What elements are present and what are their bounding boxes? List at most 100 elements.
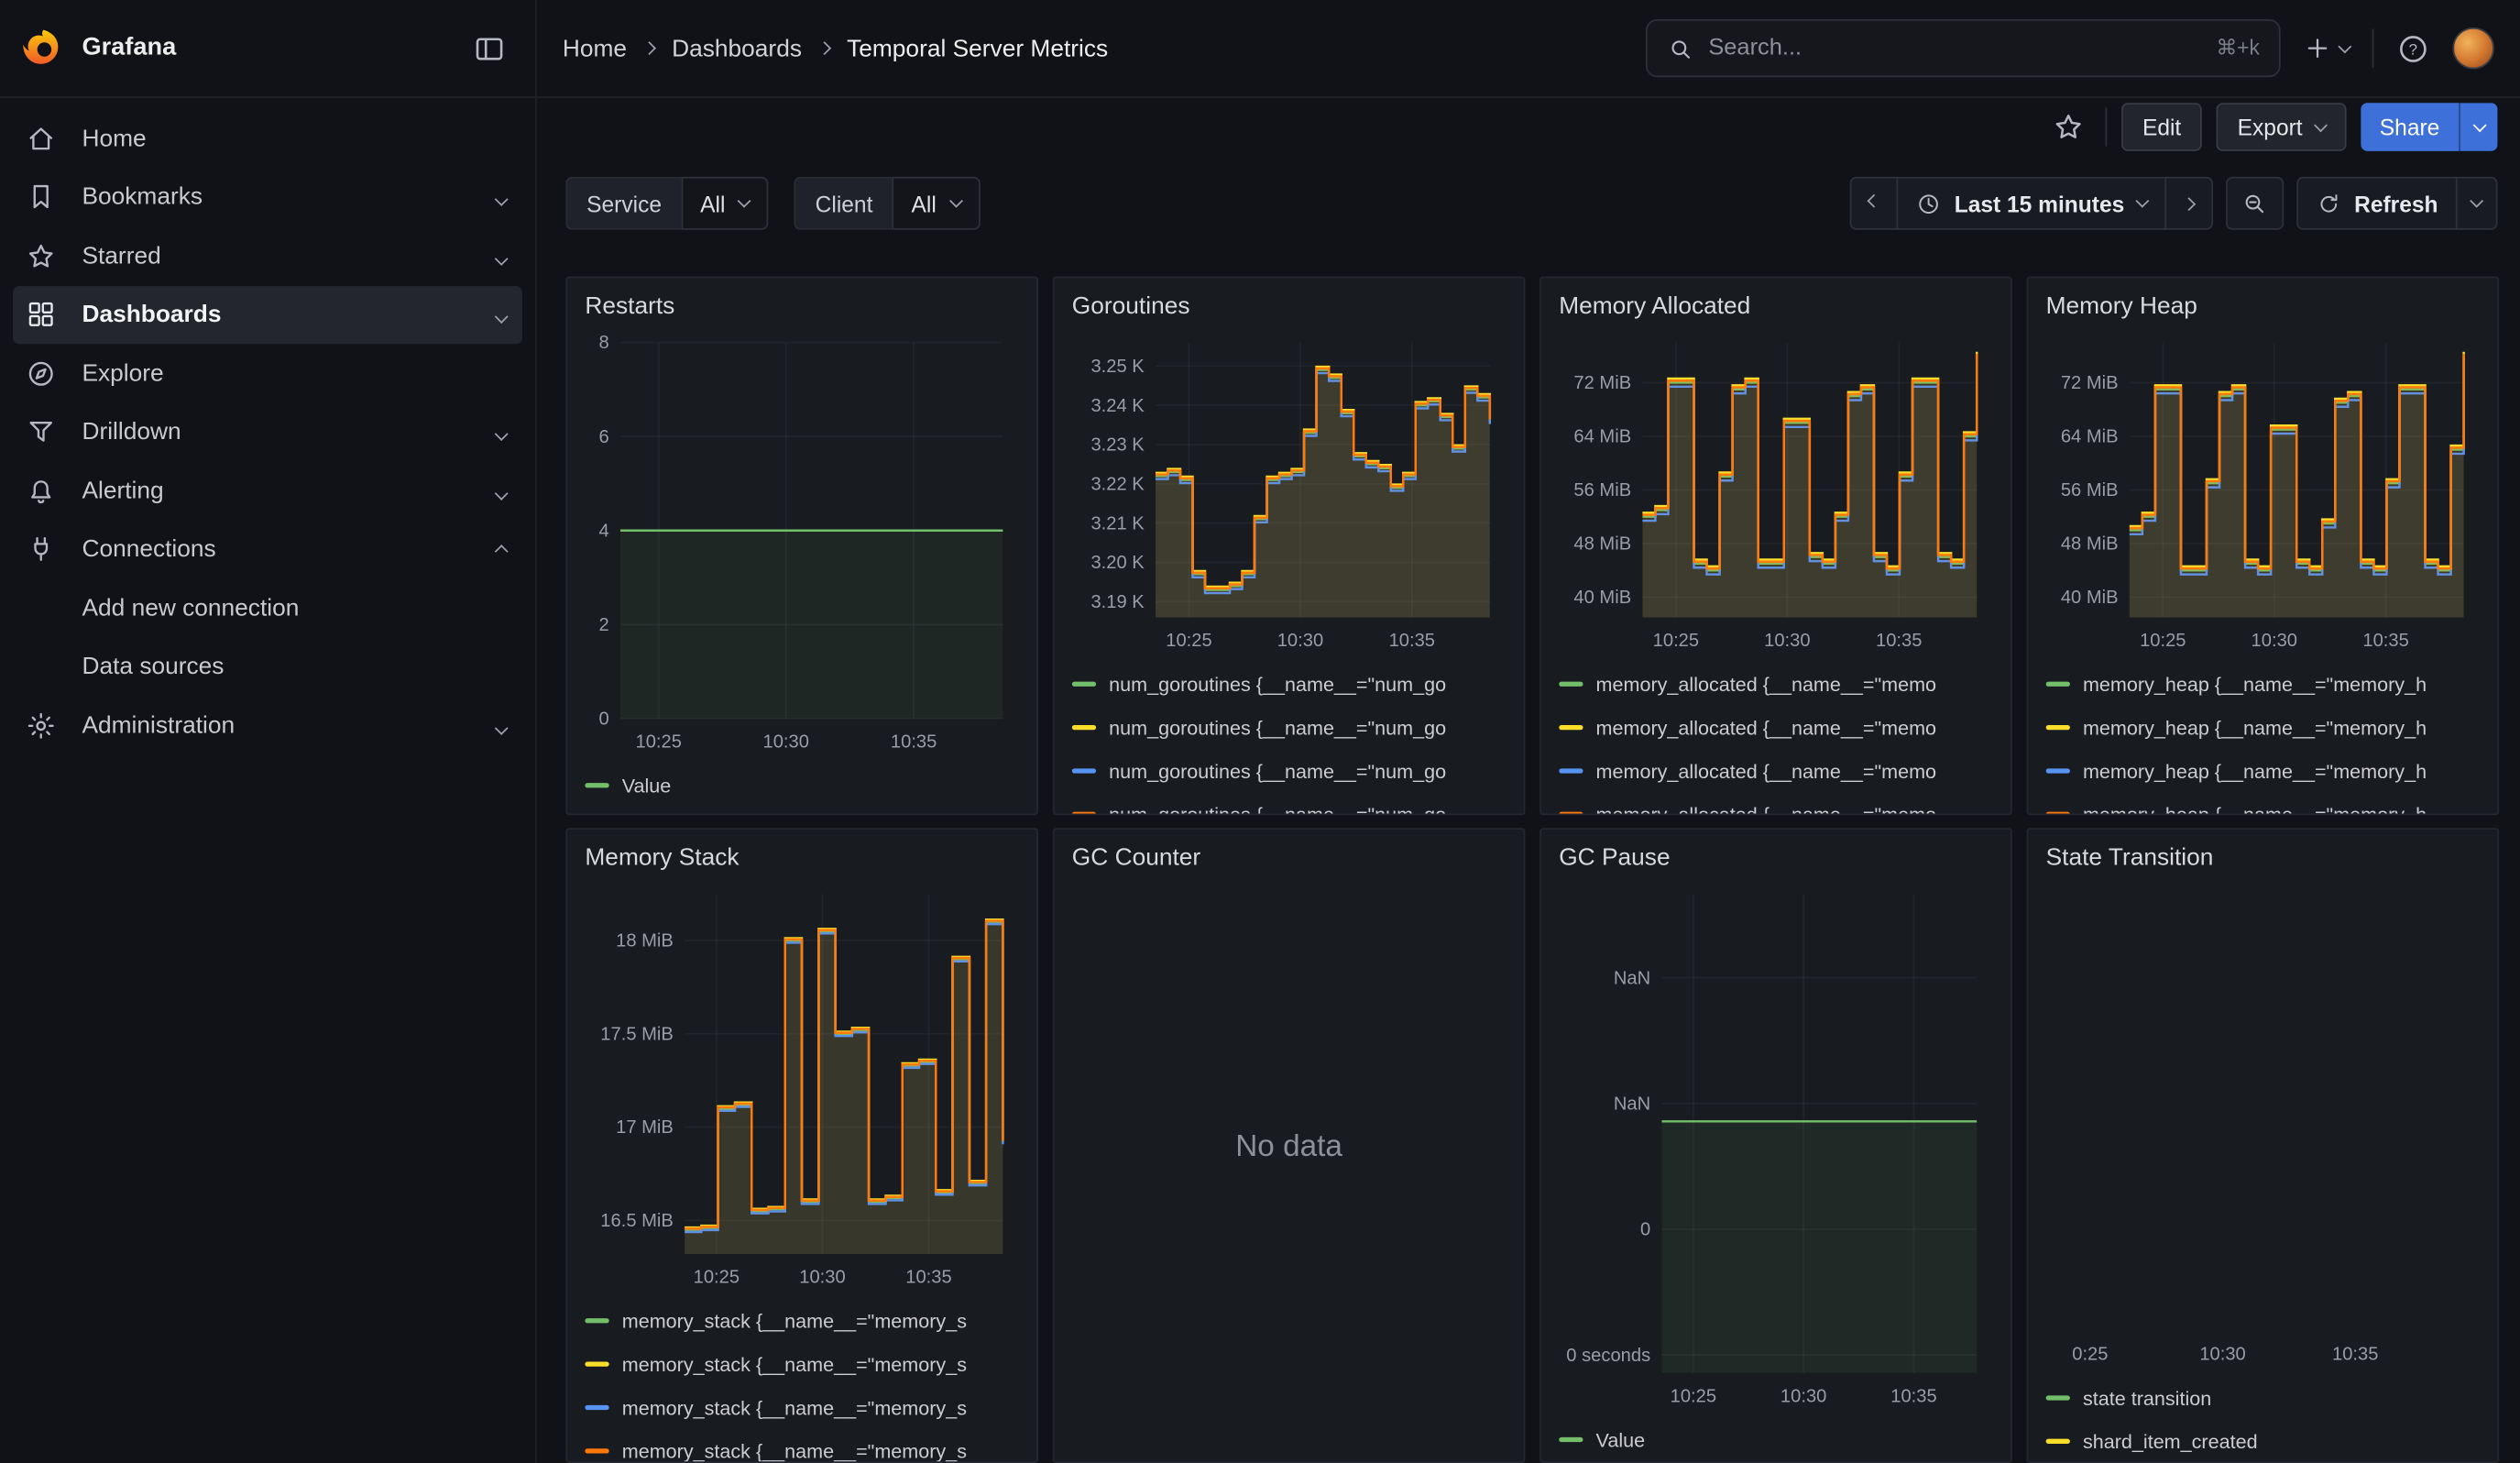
client-filter: Client All	[794, 177, 980, 230]
edit-button[interactable]: Edit	[2121, 103, 2202, 151]
memory-allocated-chart[interactable]: 72 MiB64 MiB56 MiB48 MiB40 MiB10:2510:30…	[1559, 330, 1993, 660]
legend-item[interactable]: memory_allocated {__name__="memo	[1559, 663, 1993, 706]
series-swatch	[1559, 768, 1583, 774]
sidebar-toggle-icon[interactable]	[466, 25, 513, 72]
svg-text:10:35: 10:35	[2362, 631, 2408, 651]
gc-pause-chart[interactable]: NaNNaN00 seconds10:2510:3010:35	[1559, 881, 1993, 1414]
gc-counter-chart[interactable]: No data	[1072, 881, 1507, 1412]
svg-text:40 MiB: 40 MiB	[2061, 588, 2119, 608]
legend-label: memory_heap {__name__="memory_h	[2083, 716, 2427, 739]
grafana-logo-icon[interactable]	[23, 28, 65, 70]
panel-title[interactable]: State Transition	[2046, 841, 2481, 876]
sidebar-item-data-sources[interactable]: Data sources	[13, 637, 522, 696]
chevron-down-icon	[495, 192, 509, 206]
refresh-interval-button[interactable]	[2456, 177, 2498, 230]
legend-item[interactable]: memory_heap {__name__="memory_h	[2046, 663, 2481, 706]
legend-label: memory_allocated {__name__="memo	[1596, 673, 1937, 696]
legend-item[interactable]: memory_stack {__name__="memory_s	[585, 1299, 1019, 1342]
time-forward-button[interactable]	[2164, 177, 2213, 230]
time-range-picker[interactable]: Last 15 minutes	[1897, 177, 2166, 230]
time-back-button[interactable]	[1850, 177, 1899, 230]
legend-label: Value	[622, 774, 672, 797]
sidebar-item-administration[interactable]: Administration	[13, 696, 522, 754]
service-filter-value[interactable]: All	[681, 177, 769, 230]
sidebar-item-label: Connections	[82, 535, 215, 563]
brand-title: Grafana	[82, 34, 176, 63]
panel-state-transition: State Transition 0:2510:3010:35 state tr…	[2027, 828, 2500, 1463]
restarts-chart[interactable]: 8642010:2510:3010:35	[585, 330, 1019, 761]
user-avatar[interactable]	[2452, 28, 2494, 70]
breadcrumb-separator-icon	[817, 41, 831, 55]
legend-item[interactable]: num_goroutines {__name__="num_go	[1072, 663, 1507, 706]
svg-text:?: ?	[2409, 40, 2417, 58]
sidebar-item-explore[interactable]: Explore	[13, 344, 522, 402]
refresh-button[interactable]: Refresh	[2296, 177, 2458, 230]
search-placeholder: Search...	[1708, 36, 1802, 61]
zoom-out-button[interactable]	[2226, 177, 2284, 230]
sidebar-item-add-new-connection[interactable]: Add new connection	[13, 578, 522, 637]
series-swatch	[1559, 1436, 1583, 1442]
sidebar-item-connections[interactable]: Connections	[13, 520, 522, 578]
bookmark-icon	[26, 182, 56, 213]
series-swatch	[1072, 681, 1096, 687]
legend-item[interactable]: state transition	[2046, 1376, 2481, 1419]
svg-text:64 MiB: 64 MiB	[2061, 427, 2119, 447]
gear-icon	[26, 710, 56, 741]
legend-item[interactable]: memory_heap {__name__="memory_h	[2046, 749, 2481, 792]
memory-heap-chart[interactable]: 72 MiB64 MiB56 MiB48 MiB40 MiB10:2510:30…	[2046, 330, 2481, 660]
memory-stack-chart[interactable]: 18 MiB17.5 MiB17 MiB16.5 MiB10:2510:3010…	[585, 881, 1019, 1295]
panel-title[interactable]: Memory Allocated	[1559, 290, 1993, 325]
share-options-button[interactable]	[2459, 103, 2497, 151]
legend-item[interactable]: memory_stack {__name__="memory_s	[585, 1429, 1019, 1463]
svg-text:40 MiB: 40 MiB	[1573, 588, 1631, 608]
legend-item[interactable]: Value	[1559, 1418, 1993, 1461]
legend-item[interactable]: num_goroutines {__name__="num_go	[1072, 793, 1507, 816]
legend-item[interactable]: memory_stack {__name__="memory_s	[585, 1386, 1019, 1429]
panel-title[interactable]: GC Pause	[1559, 841, 1993, 876]
panel-title[interactable]: Goroutines	[1072, 290, 1507, 325]
legend-item[interactable]: Value	[585, 764, 1019, 807]
sidebar-item-drilldown[interactable]: Drilldown	[13, 402, 522, 461]
series-swatch	[1072, 725, 1096, 731]
sidebar-item-alerting[interactable]: Alerting	[13, 461, 522, 520]
legend-item[interactable]: num_goroutines {__name__="num_go	[1072, 706, 1507, 749]
legend: Value	[585, 764, 1019, 807]
sidebar-item-starred[interactable]: Starred	[13, 226, 522, 285]
sidebar-item-home[interactable]: Home	[13, 109, 522, 168]
breadcrumb-home[interactable]: Home	[563, 35, 627, 62]
state-transition-chart[interactable]: 0:2510:3010:35	[2046, 881, 2481, 1373]
share-button[interactable]: Share	[2361, 103, 2460, 151]
legend-item[interactable]: memory_stack {__name__="memory_s	[585, 1342, 1019, 1385]
legend-item[interactable]: memory_heap {__name__="memory_h	[2046, 706, 2481, 749]
breadcrumb-dashboards[interactable]: Dashboards	[672, 35, 802, 62]
search-input[interactable]: Search... ⌘+k	[1646, 19, 2281, 77]
legend-label: memory_heap {__name__="memory_h	[2083, 673, 2427, 696]
bell-icon	[26, 476, 56, 506]
favorite-star-button[interactable]	[2046, 104, 2091, 149]
panel-title[interactable]: Memory Heap	[2046, 290, 2481, 325]
legend-item[interactable]: memory_allocated {__name__="memo	[1559, 706, 1993, 749]
export-button[interactable]: Export	[2217, 103, 2346, 151]
client-filter-value[interactable]: All	[892, 177, 980, 230]
legend-item[interactable]: memory_heap {__name__="memory_h	[2046, 793, 2481, 816]
legend-item[interactable]: memory_allocated {__name__="memo	[1559, 749, 1993, 792]
legend-item[interactable]: num_goroutines {__name__="num_go	[1072, 749, 1507, 792]
legend-item[interactable]: shard_item_created	[2046, 1420, 2481, 1463]
panel-title[interactable]: Restarts	[585, 290, 1019, 325]
sidebar-item-dashboards[interactable]: Dashboards	[13, 285, 522, 344]
panel-gc-pause: GC Pause NaNNaN00 seconds10:2510:3010:35…	[1539, 828, 2012, 1463]
panel-title[interactable]: Memory Stack	[585, 841, 1019, 876]
help-button[interactable]: ?	[2390, 25, 2437, 72]
sidebar-item-bookmarks[interactable]: Bookmarks	[13, 168, 522, 226]
svg-text:0:25: 0:25	[2072, 1345, 2108, 1365]
legend-item[interactable]: memory_allocated {__name__="memo	[1559, 793, 1993, 816]
goroutines-chart[interactable]: 3.25 K3.24 K3.23 K3.22 K3.21 K3.20 K3.19…	[1072, 330, 1507, 660]
svg-text:3.23 K: 3.23 K	[1090, 435, 1145, 456]
legend-label: shard_item_created	[2083, 1430, 2258, 1453]
svg-text:8: 8	[598, 333, 608, 353]
adhoc-filters: Service All Client All	[565, 177, 980, 230]
add-new-button[interactable]	[2296, 28, 2356, 70]
svg-text:17 MiB: 17 MiB	[616, 1117, 674, 1138]
panel-title[interactable]: GC Counter	[1072, 841, 1507, 876]
svg-text:2: 2	[598, 615, 608, 635]
